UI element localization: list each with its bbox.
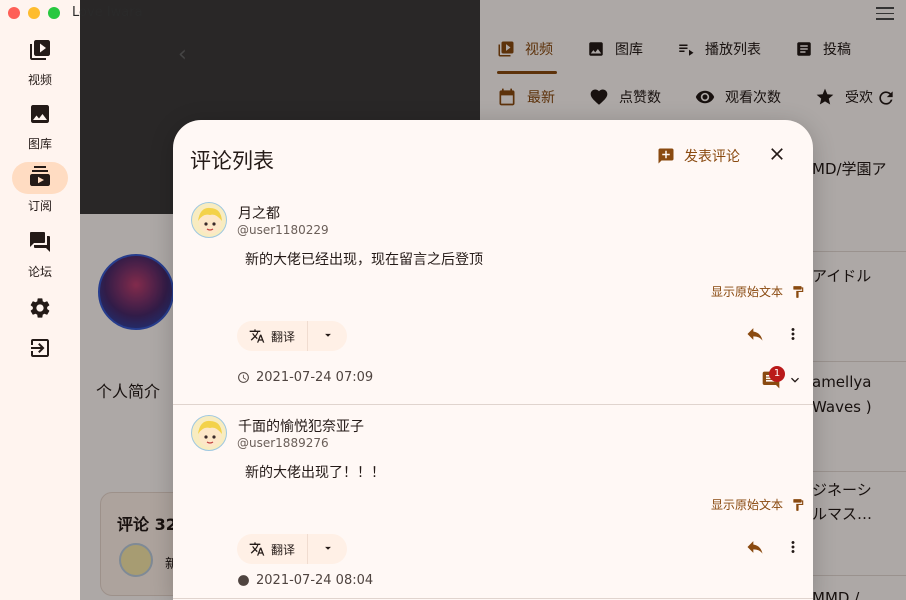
comment-author-handle: @user1889276 [237, 436, 329, 450]
navigation-rail: 视频 图库 订阅 论坛 [0, 0, 80, 600]
comment-timestamp: 2021-07-24 07:09 [237, 370, 373, 385]
image-icon [28, 102, 52, 130]
reply-count-badge: 1 [769, 366, 785, 382]
post-comment-label: 发表评论 [684, 149, 740, 165]
comment-author-handle: @user1180229 [237, 223, 329, 237]
reply-icon [745, 324, 765, 348]
translate-label: 翻译 [271, 329, 296, 344]
translate-options-button[interactable] [307, 534, 347, 564]
rail-item-subscriptions[interactable]: 订阅 [0, 162, 80, 214]
chevron-down-icon [321, 540, 335, 559]
translate-icon [249, 328, 265, 344]
reply-button[interactable] [743, 324, 767, 348]
rail-item-settings[interactable] [0, 294, 80, 326]
format-paint-icon [791, 285, 805, 299]
comment-time-text: 2021-07-24 08:04 [256, 573, 374, 588]
video-library-icon [28, 38, 52, 66]
avatar[interactable] [191, 202, 227, 238]
comment-body: 新的大佬已经出现，现在留言之后登顶 [245, 252, 483, 268]
clock-icon [237, 574, 250, 587]
comment-time-text: 2021-07-24 07:09 [256, 370, 374, 385]
comment-divider [173, 598, 813, 599]
show-original-button[interactable]: 显示原始文本 [711, 496, 805, 513]
avatar[interactable] [191, 415, 227, 451]
close-icon [767, 144, 787, 168]
show-original-label: 显示原始文本 [710, 285, 783, 299]
dialog-title: 评论列表 [190, 149, 274, 173]
rail-item-video[interactable]: 视频 [0, 36, 80, 88]
rail-item-label: 视频 [27, 73, 52, 87]
comment-item: 千面的愉悦犯奈亚子 @user1889276 新的大佬出现了！！！ 显示原始文本… [173, 413, 813, 600]
comment-author-name[interactable]: 月之都 [238, 203, 280, 223]
gear-icon [28, 296, 52, 324]
more-options-button[interactable] [781, 324, 805, 348]
zoom-window-button[interactable] [48, 7, 60, 19]
more-vert-icon [784, 325, 802, 347]
clock-icon [237, 371, 250, 384]
comment-item: 月之都 @user1180229 新的大佬已经出现，现在留言之后登顶 显示原始文… [173, 200, 813, 404]
comment-author-name[interactable]: 千面的愉悦犯奈亚子 [238, 416, 364, 436]
reply-button[interactable] [743, 537, 767, 561]
translate-options-button[interactable] [307, 321, 347, 351]
comment-body: 新的大佬出现了！！！ [245, 465, 385, 481]
more-options-button[interactable] [781, 537, 805, 561]
logout-icon [28, 336, 52, 364]
forum-icon [28, 230, 52, 258]
reply-icon [745, 537, 765, 561]
post-comment-button[interactable]: 发表评论 [657, 144, 740, 168]
rail-item-logout[interactable] [0, 334, 80, 366]
hamburger-menu-icon[interactable] [876, 7, 894, 21]
translate-button[interactable]: 翻译 [237, 321, 307, 351]
rail-item-forum[interactable]: 论坛 [0, 228, 80, 280]
rail-item-label: 订阅 [27, 199, 52, 213]
close-window-button[interactable] [8, 7, 20, 19]
show-original-label: 显示原始文本 [710, 498, 783, 512]
window-titlebar: Love Iwara [0, 0, 906, 28]
comment-timestamp: 2021-07-24 08:04 [237, 573, 373, 588]
translate-button[interactable]: 翻译 [237, 534, 307, 564]
format-paint-icon [791, 498, 805, 512]
translate-label: 翻译 [271, 542, 296, 557]
translate-button-group: 翻译 [237, 534, 348, 564]
show-original-button[interactable]: 显示原始文本 [711, 283, 805, 300]
window-title: Love Iwara [72, 5, 143, 20]
expand-more-icon [787, 372, 803, 392]
chevron-down-icon [321, 327, 335, 346]
rail-item-label: 论坛 [27, 265, 52, 279]
comments-dialog: 评论列表 发表评论 月之都 @user1180229 新的大佬已经出现，现在留言… [173, 120, 813, 600]
rail-item-label: 图库 [27, 137, 52, 151]
translate-button-group: 翻译 [237, 321, 348, 351]
rail-item-gallery[interactable]: 图库 [0, 100, 80, 152]
replies-toggle[interactable]: 1 [761, 366, 805, 394]
subscriptions-icon [28, 164, 52, 192]
comment-divider [173, 404, 813, 405]
more-vert-icon [784, 538, 802, 560]
add-comment-icon [657, 147, 675, 165]
close-dialog-button[interactable] [765, 144, 789, 168]
translate-icon [249, 541, 265, 557]
minimize-window-button[interactable] [28, 7, 40, 19]
